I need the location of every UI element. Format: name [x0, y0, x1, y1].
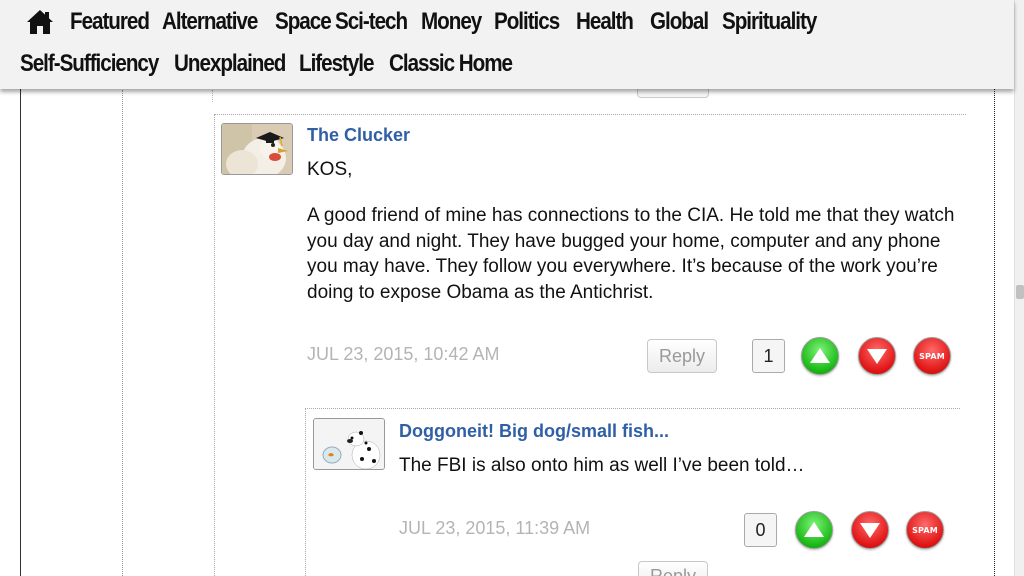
- comment-body: A good friend of mine has connections to…: [307, 205, 955, 303]
- spam-button[interactable]: SPAM: [906, 511, 944, 549]
- arrow-down-icon: [860, 523, 880, 538]
- comment-author-link[interactable]: Doggoneit! Big dog/small fish...: [399, 421, 669, 442]
- nav-link-lifestyle[interactable]: Lifestyle: [299, 50, 380, 78]
- arrow-down-icon: [867, 349, 887, 364]
- nav-row-2: Self-Sufficiency Unexplained Lifestyle C…: [20, 44, 515, 84]
- arrow-up-icon: [804, 522, 824, 537]
- avatar[interactable]: [313, 418, 385, 470]
- spam-button[interactable]: SPAM: [913, 337, 951, 375]
- comment-author-link[interactable]: The Clucker: [307, 125, 410, 146]
- downvote-button[interactable]: [851, 511, 889, 549]
- reply-button[interactable]: Reply: [647, 339, 717, 373]
- nav-link-health[interactable]: Health: [576, 8, 643, 36]
- nav-link-global[interactable]: Global: [650, 8, 715, 36]
- reply-button[interactable]: Reply: [638, 561, 708, 576]
- nav-link-classic-home[interactable]: Classic Home: [389, 50, 513, 78]
- top-navigation: Featured Alternative Space Sci-tech Mone…: [0, 0, 1014, 89]
- thread-guide-line: [212, 90, 213, 102]
- comment-greeting: KOS,: [307, 159, 353, 180]
- scrollbar-thumb[interactable]: [1016, 285, 1024, 299]
- downvote-button[interactable]: [858, 337, 896, 375]
- upvote-button[interactable]: [801, 337, 839, 375]
- comment-timestamp: JUL 23, 2015, 10:42 AM: [307, 344, 500, 364]
- arrow-up-icon: [810, 348, 830, 363]
- spam-label: SPAM: [912, 525, 938, 535]
- comment-timestamp: JUL 23, 2015, 11:39 AM: [399, 518, 591, 538]
- nav-row-1: Featured Alternative Space Sci-tech Mone…: [26, 2, 828, 42]
- nav-link-money[interactable]: Money: [421, 8, 487, 36]
- comment-reply: Doggoneit! Big dog/small fish... The FBI…: [305, 408, 960, 576]
- avatar[interactable]: [221, 123, 293, 175]
- thread-guide-line: [122, 90, 123, 576]
- upvote-button[interactable]: [795, 511, 833, 549]
- nav-link-alternative[interactable]: Alternative: [162, 8, 263, 36]
- nav-link-space[interactable]: Space: [275, 8, 332, 36]
- nav-link-politics[interactable]: Politics: [494, 8, 568, 36]
- vote-count: 1: [752, 339, 785, 373]
- comment-body: The FBI is also onto him as well I’ve be…: [399, 455, 805, 476]
- nav-link-self-sufficiency[interactable]: Self-Sufficiency: [20, 50, 159, 78]
- nav-link-unexplained[interactable]: Unexplained: [174, 50, 286, 78]
- nav-link-sci-tech[interactable]: Sci-tech: [335, 8, 412, 36]
- scrollbar[interactable]: [1014, 0, 1024, 576]
- vote-count: 0: [744, 513, 777, 547]
- home-icon[interactable]: [26, 9, 54, 35]
- nav-link-spirituality[interactable]: Spirituality: [722, 8, 817, 36]
- nav-link-featured[interactable]: Featured: [70, 8, 153, 36]
- spam-label: SPAM: [919, 351, 945, 361]
